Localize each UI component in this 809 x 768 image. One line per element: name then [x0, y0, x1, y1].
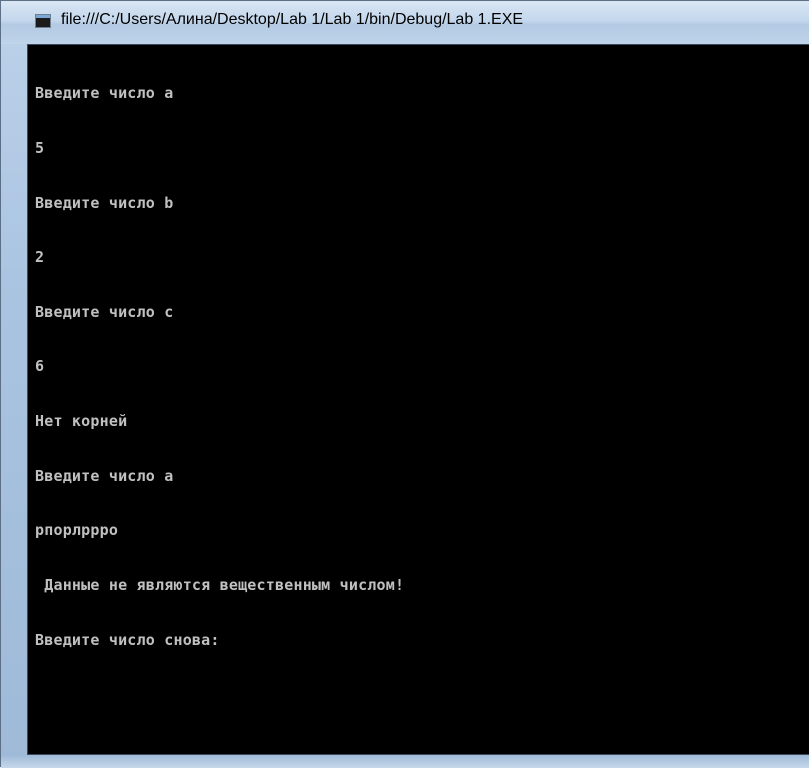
console-line: 5	[35, 139, 45, 158]
console-line: Введите число a	[35, 466, 174, 485]
console-output[interactable]: Введите число a 5 Введите число b 2 Введ…	[28, 45, 809, 754]
console-line: Введите число снова:	[35, 630, 220, 649]
window-bottom-border	[1, 755, 809, 768]
console-window: file:///C:/Users/Алина/Desktop/Lab 1/Lab…	[0, 0, 809, 768]
console-line: 6	[35, 357, 45, 376]
console-line: Введите число b	[35, 193, 174, 212]
console-line: Нет корней	[35, 412, 128, 431]
console-app-icon[interactable]	[35, 14, 51, 28]
console-line: Введите число a	[35, 84, 174, 103]
console-line: Данные не являются вещественным числом!	[35, 575, 405, 594]
console-line: Введите число c	[35, 302, 174, 321]
window-title: file:///C:/Users/Алина/Desktop/Lab 1/Lab…	[61, 11, 524, 28]
console-lines: Введите число a 5 Введите число b 2 Введ…	[35, 48, 404, 685]
console-line: рпорлрppо	[35, 521, 119, 540]
title-bar[interactable]: file:///C:/Users/Алина/Desktop/Lab 1/Lab…	[1, 1, 809, 44]
console-line: 2	[35, 248, 45, 267]
